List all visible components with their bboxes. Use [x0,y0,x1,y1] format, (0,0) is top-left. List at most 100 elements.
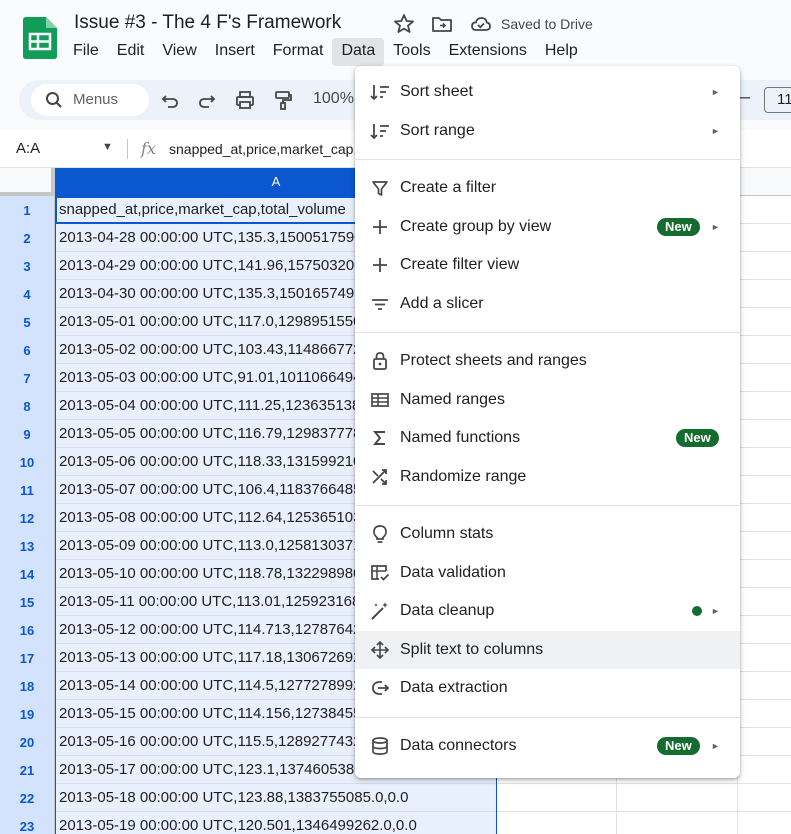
table-cell[interactable] [738,532,791,560]
row-header[interactable]: 3 [0,252,55,280]
sheets-logo-icon[interactable] [23,17,57,59]
print-icon[interactable] [234,89,256,111]
cell-a[interactable]: 2013-05-19 00:00:00 UTC,120.501,13464992… [55,812,497,834]
menu-item-create-group-by-view[interactable]: Create group by view New ► [355,208,740,247]
table-cell[interactable] [738,280,791,308]
table-cell[interactable] [738,224,791,252]
menu-item-randomize-range[interactable]: Randomize range [355,458,740,497]
table-cell[interactable] [497,812,617,834]
menu-item-create-filter-view[interactable]: Create filter view [355,246,740,285]
menu-item-data-validation[interactable]: Data validation [355,554,740,593]
table-cell[interactable] [738,252,791,280]
decrease-font-size-button[interactable]: – [739,86,750,109]
row-header[interactable]: 15 [0,588,55,616]
move-folder-icon[interactable] [430,12,454,36]
menu-insert[interactable]: Insert [206,38,264,66]
menu-item-named-functions[interactable]: Named functions New [355,419,740,458]
table-cell[interactable] [738,448,791,476]
row-header[interactable]: 1 [0,196,55,224]
menu-data[interactable]: Data [332,38,385,66]
table-cell[interactable] [738,728,791,756]
row-header[interactable]: 5 [0,308,55,336]
menu-item-column-stats[interactable]: Column stats [355,515,740,554]
table-cell[interactable] [738,784,791,812]
table-cell[interactable] [738,364,791,392]
table-cell[interactable] [738,392,791,420]
column-header-d[interactable] [738,168,791,196]
extraction-icon [372,681,390,695]
table-cell[interactable] [738,616,791,644]
table-cell[interactable] [617,784,738,812]
row-header[interactable]: 19 [0,700,55,728]
menu-view[interactable]: View [153,38,205,66]
name-box[interactable]: A:A [16,140,40,157]
menu-item-data-cleanup[interactable]: Data cleanup ► [355,592,740,631]
table-cell[interactable] [738,504,791,532]
row-header[interactable]: 16 [0,616,55,644]
row-header[interactable]: 8 [0,392,55,420]
redo-icon[interactable] [196,89,218,111]
split-columns-icon [370,640,390,659]
name-box-dropdown-icon[interactable]: ▼ [102,141,113,153]
table-cell[interactable] [738,476,791,504]
menu-help[interactable]: Help [536,38,587,66]
row-header[interactable]: 17 [0,644,55,672]
new-badge: New [657,736,700,755]
menu-item-data-extraction[interactable]: Data extraction [355,669,740,708]
table-cell[interactable] [738,672,791,700]
row-header[interactable]: 14 [0,560,55,588]
table-cell[interactable] [738,560,791,588]
font-size-input[interactable]: 11 [764,87,791,113]
row-header[interactable]: 4 [0,280,55,308]
row-header[interactable]: 7 [0,364,55,392]
menu-divider [355,505,740,506]
menu-format[interactable]: Format [264,38,333,66]
cloud-saved-icon[interactable] [469,12,493,36]
cell-a[interactable]: 2013-05-18 00:00:00 UTC,123.88,138375508… [55,784,497,812]
menu-edit[interactable]: Edit [108,38,154,66]
row-header[interactable]: 11 [0,476,55,504]
row-header[interactable]: 20 [0,728,55,756]
menu-tools[interactable]: Tools [384,38,439,66]
row-header[interactable]: 13 [0,532,55,560]
table-cell[interactable] [738,812,791,834]
table-cell[interactable] [738,756,791,784]
table-cell[interactable] [738,644,791,672]
row-header[interactable]: 2 [0,224,55,252]
menus-search-input[interactable]: Menus [31,84,149,116]
table-cell[interactable] [738,700,791,728]
table-cell[interactable] [497,784,617,812]
menu-item-create-filter[interactable]: Create a filter [355,169,740,208]
table-cell[interactable] [738,308,791,336]
menu-item-named-ranges[interactable]: Named ranges [355,381,740,420]
row-header[interactable]: 21 [0,756,55,784]
table-cell[interactable] [738,196,791,224]
row-header[interactable]: 22 [0,784,55,812]
menu-item-add-slicer[interactable]: Add a slicer [355,285,740,324]
named-ranges-icon [371,392,389,407]
row-header[interactable]: 18 [0,672,55,700]
row-header[interactable]: 6 [0,336,55,364]
row-header[interactable]: 23 [0,812,55,834]
row-header[interactable]: 12 [0,504,55,532]
row-header[interactable]: 9 [0,420,55,448]
table-cell[interactable] [617,812,738,834]
table-cell[interactable] [738,336,791,364]
menu-item-protect-sheets[interactable]: Protect sheets and ranges [355,342,740,381]
menu-extensions[interactable]: Extensions [440,38,536,66]
paint-format-icon[interactable] [272,89,294,111]
menu-item-sort-sheet[interactable]: Sort sheet ► [355,73,740,112]
menu-item-split-text-to-columns[interactable]: Split text to columns [355,630,740,669]
menu-file[interactable]: File [64,38,108,66]
menu-item-sort-range[interactable]: Sort range ► [355,112,740,151]
select-all-corner[interactable] [0,168,55,196]
document-title[interactable]: Issue #3 - The 4 F's Framework [74,12,341,34]
menu-item-data-connectors[interactable]: Data connectors New ► [355,727,740,766]
row-header[interactable]: 10 [0,448,55,476]
table-cell[interactable] [738,420,791,448]
star-icon[interactable] [392,12,416,36]
zoom-select[interactable]: 100% [313,90,354,108]
submenu-arrow-icon: ► [711,87,720,98]
undo-icon[interactable] [159,89,181,111]
table-cell[interactable] [738,588,791,616]
